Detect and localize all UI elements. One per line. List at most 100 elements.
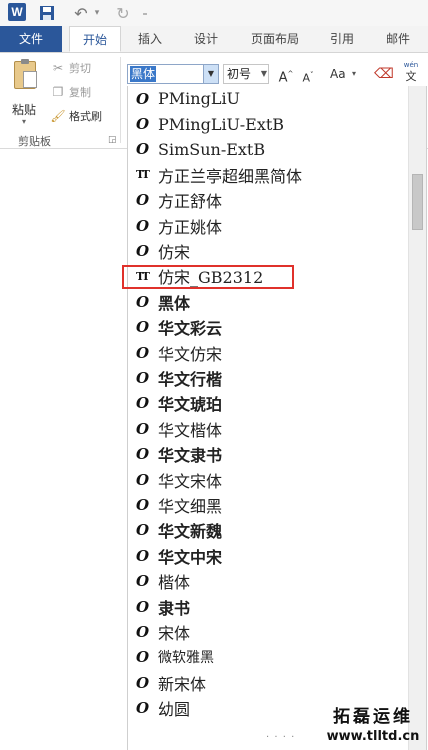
truetype-font-icon: TT xyxy=(136,269,150,283)
font-list-item[interactable]: O 华文宋体 xyxy=(128,467,408,492)
font-list-item[interactable]: O 华文行楷 xyxy=(128,365,408,390)
customize-toolbar-icon[interactable]: ₌ xyxy=(140,3,150,23)
opentype-font-icon: O xyxy=(136,673,150,692)
font-list-item-label: 宋体 xyxy=(158,623,191,643)
opentype-font-icon: O xyxy=(136,495,150,514)
font-list-item[interactable]: O 黑体 xyxy=(128,289,408,314)
tab-page-layout[interactable]: 页面布局 xyxy=(240,26,310,52)
font-list-item[interactable]: O 宋体 xyxy=(128,619,408,644)
font-list-item[interactable]: O 方正舒体 xyxy=(128,188,408,213)
font-list-item-label: 楷体 xyxy=(158,573,191,593)
font-list-item[interactable]: O 华文彩云 xyxy=(128,315,408,340)
font-list-item-label: 华文仿宋 xyxy=(158,344,223,364)
opentype-font-icon: O xyxy=(136,597,150,616)
font-list-item[interactable]: O 华文新魏 xyxy=(128,518,408,543)
word-icon[interactable]: W xyxy=(8,3,26,21)
scrollbar-thumb[interactable] xyxy=(412,174,423,230)
opentype-font-icon: O xyxy=(136,89,150,108)
copy-button[interactable]: ❐ 复制 xyxy=(50,82,91,102)
opentype-font-icon: O xyxy=(136,115,150,134)
paste-button[interactable]: 粘贴 ▾ xyxy=(8,59,42,126)
change-case-button[interactable]: Aa xyxy=(330,64,362,84)
cut-label: 剪切 xyxy=(69,62,91,75)
font-list-item[interactable]: O 华文隶书 xyxy=(128,441,408,466)
font-list-item[interactable]: TT 方正兰亭超细黑简体 xyxy=(128,162,408,187)
group-divider xyxy=(120,57,121,143)
font-list-item-label: 华文楷体 xyxy=(158,420,223,440)
dropdown-scrollbar[interactable] xyxy=(408,86,426,750)
font-name-value[interactable]: 黑体 xyxy=(130,66,157,82)
opentype-font-icon: O xyxy=(136,140,150,159)
chevron-down-icon[interactable]: ▼ xyxy=(203,65,218,83)
clear-formatting-icon[interactable]: ⌫ xyxy=(374,64,394,84)
font-list-item[interactable]: O 华文细黑 xyxy=(128,492,408,517)
font-list-item[interactable]: O SimSun-ExtB xyxy=(128,137,408,162)
redo-icon[interactable]: ↻ xyxy=(114,3,132,23)
font-list-item-label: 仿宋_GB2312 xyxy=(158,268,264,288)
font-size-value[interactable]: 初号 xyxy=(227,66,251,82)
tab-references[interactable]: 引用 xyxy=(320,26,364,52)
font-list-item[interactable]: O PMingLiU xyxy=(128,86,408,111)
font-dropdown-list[interactable]: O PMingLiU O PMingLiU-ExtB O SimSun-ExtB TT 方正兰… xyxy=(122,86,427,750)
shrink-font-button[interactable]: A˅ xyxy=(298,64,318,85)
resize-grip-icon[interactable]: · · · · xyxy=(266,732,295,743)
font-size-combobox[interactable]: 初号 ▼ xyxy=(223,64,269,84)
opentype-font-icon: O xyxy=(136,622,150,641)
quick-access-toolbar: W ↶ ▾ ↻ ₌ xyxy=(0,0,428,26)
opentype-font-icon: O xyxy=(136,394,150,413)
font-list-item-label: 微软雅黑 xyxy=(158,650,214,667)
font-list-item[interactable]: O 隶书 xyxy=(128,594,408,619)
watermark-cn: 拓磊运维 xyxy=(333,707,413,727)
font-list-item-label: 华文隶书 xyxy=(158,446,223,466)
save-icon-graphic xyxy=(40,6,54,20)
tab-home[interactable]: 开始 xyxy=(69,26,121,52)
font-list-item[interactable]: O 新宋体 xyxy=(128,670,408,695)
font-name-combobox[interactable]: 黑体 ▼ xyxy=(127,64,219,84)
font-list-item[interactable]: O 华文中宋 xyxy=(128,543,408,568)
font-list-item-label: 华文中宋 xyxy=(158,547,223,567)
opentype-font-icon: O xyxy=(136,419,150,438)
font-list-item[interactable]: O 华文仿宋 xyxy=(128,340,408,365)
font-list-item-label: 华文行楷 xyxy=(158,369,223,389)
opentype-font-icon: O xyxy=(136,191,150,210)
phonetic-guide-button[interactable]: wén 文 xyxy=(398,61,424,87)
undo-dropdown-icon[interactable]: ▾ xyxy=(92,3,102,23)
chevron-down-icon[interactable]: ▾ xyxy=(22,117,26,126)
tab-file[interactable]: 文件 xyxy=(0,26,62,52)
tab-insert[interactable]: 插入 xyxy=(128,26,172,52)
copy-icon: ❐ xyxy=(52,85,64,99)
tab-mailings[interactable]: 邮件 xyxy=(376,26,420,52)
cut-button[interactable]: ✂ 剪切 xyxy=(50,58,91,78)
font-list-item-label: 华文彩云 xyxy=(158,319,223,339)
font-list-item-label: 黑体 xyxy=(158,293,191,313)
opentype-font-icon: O xyxy=(136,368,150,387)
font-list-item[interactable]: O 华文楷体 xyxy=(128,416,408,441)
font-list-item[interactable]: O 华文琥珀 xyxy=(128,391,408,416)
tab-design[interactable]: 设计 xyxy=(184,26,228,52)
grow-font-button[interactable]: A^ xyxy=(276,64,296,85)
font-list-item[interactable]: O 楷体 xyxy=(128,568,408,593)
dialog-launcher-icon[interactable]: ◲ xyxy=(108,135,117,145)
font-list-item[interactable]: O 微软雅黑 xyxy=(128,645,408,670)
truetype-font-icon: TT xyxy=(136,168,150,182)
clipboard-icon xyxy=(14,59,37,89)
opentype-font-icon: O xyxy=(136,216,150,235)
format-painter-button[interactable]: 🖌 格式刷 xyxy=(50,106,102,126)
format-painter-label: 格式刷 xyxy=(69,110,102,123)
font-list-item-label: 幼圆 xyxy=(158,700,191,720)
font-list-item[interactable]: O 方正姚体 xyxy=(128,213,408,238)
font-list-item[interactable]: O PMingLiU-ExtB xyxy=(128,111,408,136)
watermark-url: www.tlltd.cn xyxy=(326,729,420,744)
font-list-item-label: 方正舒体 xyxy=(158,192,223,212)
chevron-down-icon[interactable]: ▼ xyxy=(261,65,267,83)
save-icon[interactable] xyxy=(38,3,56,23)
font-list-item-label: 华文细黑 xyxy=(158,496,223,516)
undo-icon[interactable]: ↶ xyxy=(72,3,90,23)
font-list-item[interactable]: O 仿宋 xyxy=(128,238,408,263)
opentype-font-icon: O xyxy=(136,445,150,464)
font-list-item-label: 华文新魏 xyxy=(158,522,223,542)
chevron-down-icon[interactable]: ▾ xyxy=(352,64,356,84)
font-list-item[interactable]: TT 仿宋_GB2312 xyxy=(122,264,408,289)
opentype-font-icon: O xyxy=(136,343,150,362)
font-list-item-label: PMingLiU-ExtB xyxy=(158,114,285,134)
